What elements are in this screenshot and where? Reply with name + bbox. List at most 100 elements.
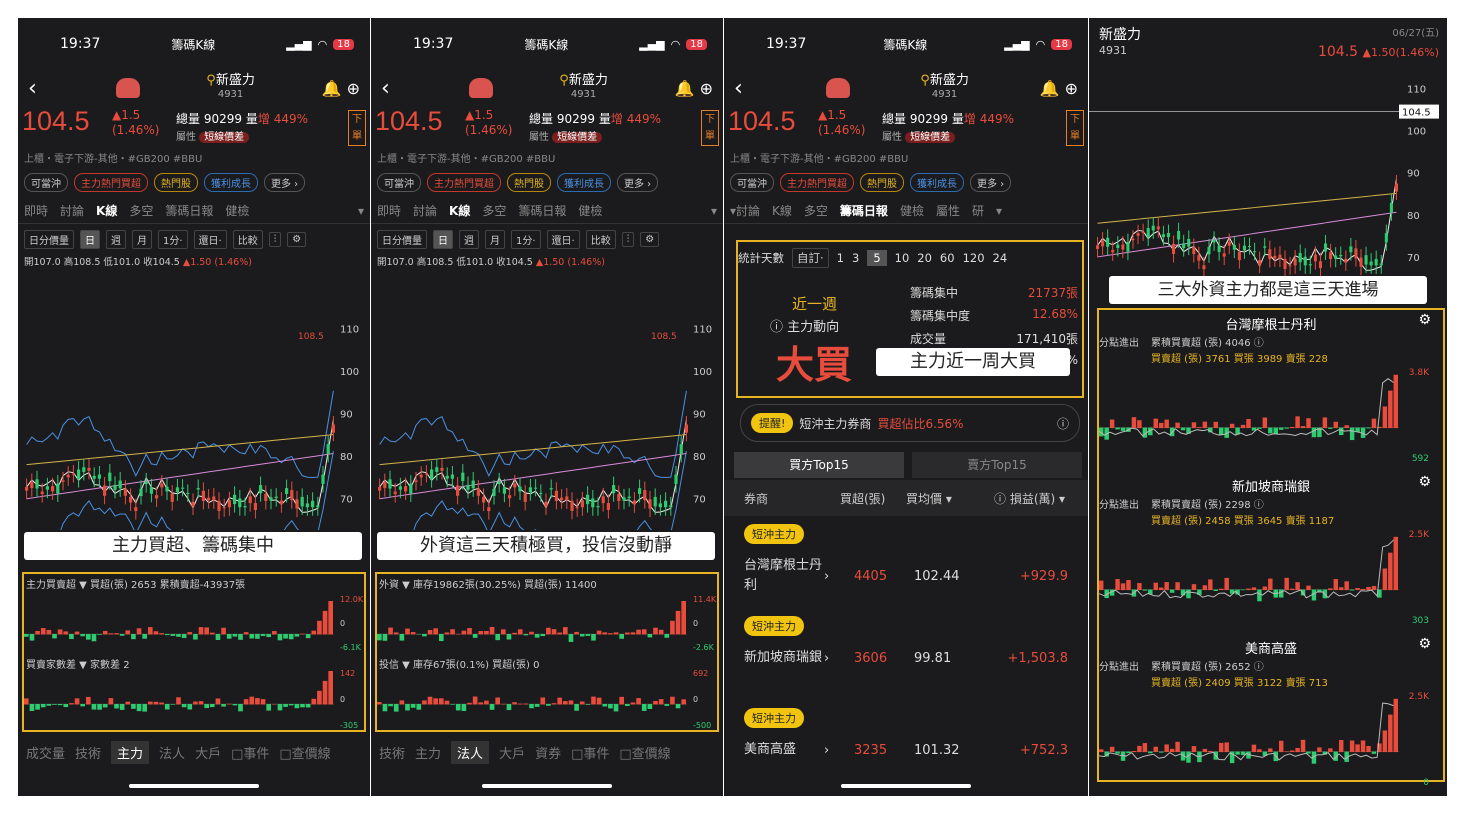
tab-expand-icon[interactable]: ▾ — [711, 204, 717, 218]
tab-2[interactable]: K線 — [96, 202, 117, 219]
custom-days[interactable]: 自訂· — [792, 248, 829, 268]
bottom-tab-2[interactable]: 法人 — [451, 740, 490, 764]
alert-banner[interactable]: 提醒! 短沖主力券商 買超佔比6.56% ⓘ — [740, 404, 1080, 442]
add-icon[interactable]: ⊕ — [1065, 79, 1078, 98]
bottom-tab-4[interactable]: 資券 — [535, 743, 561, 762]
settings-icon[interactable]: ⚙ — [1418, 636, 1431, 652]
attr-tag[interactable]: 短線價差 — [199, 132, 250, 143]
chip-daytrade[interactable]: 可當沖 — [730, 172, 774, 192]
tool-6[interactable]: 比較 — [585, 229, 616, 249]
chip-hot[interactable]: 熱門股 — [507, 172, 551, 192]
tab-sell-top[interactable]: 賣方Top15 — [912, 452, 1082, 478]
tab-4[interactable]: 籌碼日報 — [518, 202, 566, 219]
tab-expand-icon[interactable]: ▾ — [358, 204, 364, 218]
days-60[interactable]: 60 — [940, 251, 955, 265]
settings-icon[interactable]: ⚙ — [287, 231, 307, 247]
tab-5[interactable]: 健檢 — [578, 202, 602, 219]
tool-1[interactable]: 日 — [433, 229, 453, 249]
bell-icon[interactable]: 🔔 — [1040, 79, 1060, 98]
days-20[interactable]: 20 — [917, 251, 932, 265]
settings-icon[interactable]: ⚙ — [1418, 312, 1431, 328]
main-force-label[interactable]: ⓘ 主力動向 — [770, 316, 839, 335]
tool-2[interactable]: 週 — [459, 229, 479, 249]
bottom-tab-4[interactable]: 大戶 — [195, 743, 221, 762]
chip-more[interactable]: 更多 › — [970, 172, 1012, 192]
bell-icon[interactable]: 🔔 — [322, 79, 342, 98]
tab-3[interactable]: 多空 — [482, 202, 506, 219]
tool-1[interactable]: 日 — [80, 229, 100, 249]
k-line-chart[interactable]: 110 100 90 80 70 108.5 — [18, 310, 370, 530]
chip-more[interactable]: 更多 › — [264, 172, 306, 192]
back-icon[interactable]: ‹ — [381, 76, 390, 101]
tool-6[interactable]: 比較 — [232, 229, 263, 249]
tool-4[interactable]: 1分· — [511, 229, 541, 249]
chip-more[interactable]: 更多 › — [617, 172, 659, 192]
robot-icon[interactable] — [115, 78, 140, 98]
chip-profit[interactable]: 獲利成長 — [557, 172, 611, 192]
back-icon[interactable]: ‹ — [734, 76, 743, 101]
bottom-tab-1[interactable]: 技術 — [75, 743, 101, 762]
stock-search[interactable]: ⚲新盛力 4931 — [920, 74, 969, 102]
tab-1[interactable]: 討論 — [413, 202, 437, 219]
chip-daytrade[interactable]: 可當沖 — [24, 172, 68, 192]
bottom-tab-6[interactable]: □查價線 — [619, 743, 670, 762]
days-24[interactable]: 24 — [993, 251, 1008, 265]
tool-3[interactable]: 月 — [132, 229, 152, 249]
bottom-tab-2[interactable]: 主力 — [111, 740, 150, 764]
order-button[interactable]: 下單 — [1066, 110, 1084, 146]
stock-search[interactable]: ⚲新盛力 4931 — [559, 74, 608, 102]
tool-0[interactable]: 日分價量 — [24, 229, 74, 249]
tab-6[interactable]: 研 — [972, 202, 984, 219]
k-line-chart[interactable]: 110 100 90 80 70 108.5 — [371, 310, 723, 530]
tab-4[interactable]: 健檢 — [900, 202, 924, 219]
tab-1[interactable]: 討論 — [60, 202, 84, 219]
add-icon[interactable]: ⊕ — [700, 79, 713, 98]
bottom-tab-6[interactable]: □查價線 — [279, 743, 330, 762]
order-button[interactable]: 下單 — [701, 110, 719, 146]
k-line-chart[interactable]: 11010090807060104.5 — [1089, 70, 1447, 288]
table-row[interactable]: 短沖主力 美商高盛 › 3235 101.32 +752.3 — [724, 708, 1088, 760]
table-row[interactable]: 短沖主力 台灣摩根士丹利 › 4405 102.44 +929.9 — [724, 524, 1088, 596]
chip-hot-buy[interactable]: 主力熱門買超 — [780, 172, 854, 192]
settings-icon[interactable]: ⚙ — [1418, 474, 1431, 490]
table-row[interactable]: 短沖主力 新加坡商瑞銀 › 3606 99.81 +1,503.8 — [724, 616, 1088, 668]
indicator-icon[interactable]: ⫶ — [621, 231, 635, 247]
chip-hot[interactable]: 熱門股 — [860, 172, 904, 192]
stock-search[interactable]: ⚲新盛力 4931 — [206, 74, 255, 102]
chip-daytrade[interactable]: 可當沖 — [377, 172, 421, 192]
bell-icon[interactable]: 🔔 — [675, 79, 695, 98]
days-5[interactable]: 5 — [867, 250, 887, 266]
chip-hot-buy[interactable]: 主力熱門買超 — [74, 172, 148, 192]
chip-hot-buy[interactable]: 主力熱門買超 — [427, 172, 501, 192]
settings-icon[interactable]: ⚙ — [640, 231, 660, 247]
tab-2[interactable]: K線 — [449, 202, 470, 219]
tab-2[interactable]: 多空 — [804, 202, 828, 219]
tab-expand-icon[interactable]: ▾ — [996, 204, 1002, 218]
days-3[interactable]: 3 — [852, 251, 859, 265]
back-icon[interactable]: ‹ — [28, 76, 37, 101]
tool-0[interactable]: 日分價量 — [377, 229, 427, 249]
tab-5[interactable]: 健檢 — [225, 202, 249, 219]
tool-4[interactable]: 1分· — [158, 229, 188, 249]
tab-buy-top[interactable]: 買方Top15 — [734, 452, 904, 478]
days-120[interactable]: 120 — [963, 251, 985, 265]
days-1[interactable]: 1 — [837, 251, 844, 265]
robot-icon[interactable] — [825, 78, 850, 98]
days-10[interactable]: 10 — [895, 251, 910, 265]
bottom-tab-3[interactable]: 大戶 — [499, 743, 525, 762]
tab-5[interactable]: 屬性 — [936, 202, 960, 219]
attr-tag[interactable]: 短線價差 — [905, 132, 956, 143]
chip-hot[interactable]: 熱門股 — [154, 172, 198, 192]
bottom-tab-0[interactable]: 技術 — [379, 743, 405, 762]
tab-3[interactable]: 籌碼日報 — [840, 202, 888, 219]
tab-1[interactable]: K線 — [772, 202, 792, 219]
bottom-tab-0[interactable]: 成交量 — [26, 743, 65, 762]
tool-3[interactable]: 月 — [485, 229, 505, 249]
order-button[interactable]: 下單 — [348, 110, 366, 146]
tab-3[interactable]: 多空 — [129, 202, 153, 219]
indicator-icon[interactable]: ⫶ — [268, 231, 282, 247]
chip-profit[interactable]: 獲利成長 — [204, 172, 258, 192]
tool-5[interactable]: 還日· — [546, 229, 580, 249]
bottom-tab-5[interactable]: □事件 — [571, 743, 609, 762]
tab-4[interactable]: 籌碼日報 — [165, 202, 213, 219]
